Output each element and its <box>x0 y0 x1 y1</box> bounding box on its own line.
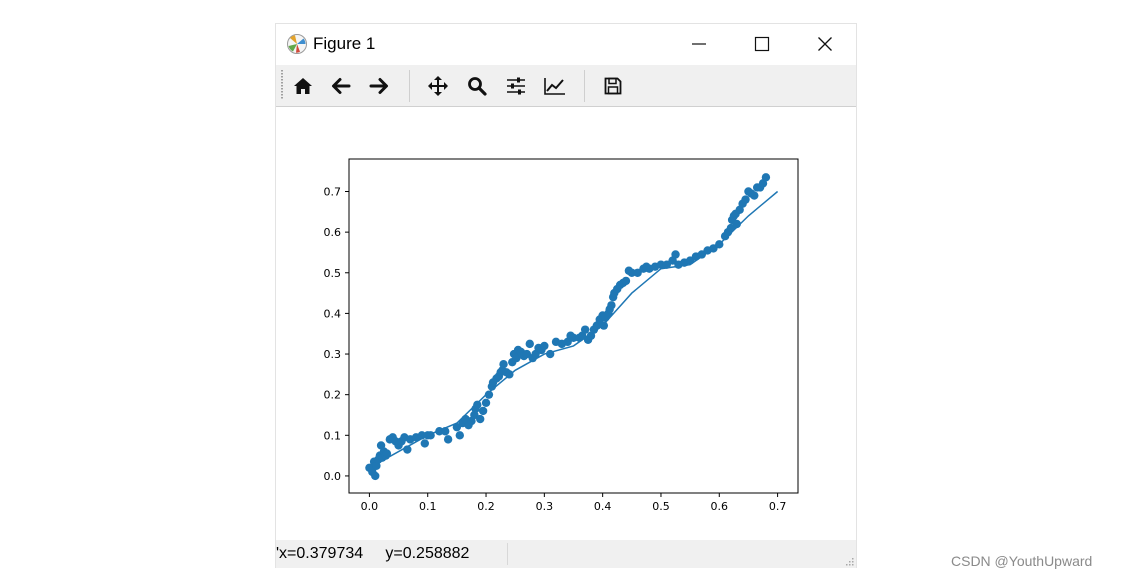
data-point <box>761 173 771 182</box>
data-point <box>607 301 616 310</box>
y-tick-label: 0.1 <box>324 429 342 442</box>
data-point <box>741 195 750 204</box>
arrow-right-icon <box>369 78 388 94</box>
edit-axis-button[interactable] <box>540 72 570 100</box>
y-tick-label: 0.0 <box>324 470 342 483</box>
data-point <box>715 240 724 249</box>
home-icon <box>294 78 312 94</box>
magnifier-icon <box>468 77 487 96</box>
status-divider <box>507 543 508 565</box>
data-point <box>478 406 488 416</box>
x-tick-label: 0.2 <box>477 500 495 513</box>
x-tick-label: 0.5 <box>652 500 670 513</box>
data-point <box>473 400 482 410</box>
toolbar-separator <box>409 70 410 102</box>
data-point <box>382 449 392 458</box>
x-tick-label: 0.1 <box>419 500 437 513</box>
zoom-button[interactable] <box>462 72 492 100</box>
back-button[interactable] <box>326 72 356 100</box>
data-point <box>505 370 514 379</box>
data-point <box>540 341 549 351</box>
toolbar-grip[interactable] <box>281 70 283 100</box>
window-title: Figure 1 <box>313 34 376 53</box>
status-bar: 'x=0.379734 y=0.258882 <box>276 540 856 568</box>
toolbar-separator <box>584 70 585 102</box>
minimize-button[interactable] <box>668 24 730 64</box>
watermark: CSDN @YouthUpward <box>951 553 1093 569</box>
home-button[interactable] <box>288 72 318 100</box>
data-point <box>580 325 590 334</box>
data-point <box>481 398 491 407</box>
move-icon <box>428 76 448 96</box>
data-point <box>525 339 534 349</box>
data-point <box>732 219 741 229</box>
cursor-coordinates: 'x=0.379734 y=0.258882 <box>276 545 470 562</box>
data-point <box>455 431 464 440</box>
x-tick-label: 0.0 <box>361 500 379 513</box>
arrow-left-icon <box>332 78 351 94</box>
matplotlib-icon <box>287 34 307 54</box>
data-point <box>441 427 450 436</box>
data-point <box>671 250 680 259</box>
x-axis: 0.0 0.1 0.2 0.3 0.4 0.5 0.6 0.7 <box>361 493 787 513</box>
data-point <box>499 359 508 369</box>
y-tick-label: 0.2 <box>324 389 342 402</box>
figure-canvas[interactable]: 0.0 0.1 0.2 0.3 0.4 0.5 0.6 0.7 0.0 0.1 0.2 0.3 0.4… <box>276 107 856 540</box>
resize-grip-icon[interactable] <box>844 556 854 566</box>
data-point <box>420 439 430 448</box>
close-button[interactable] <box>794 24 856 64</box>
data-point <box>545 349 555 359</box>
data-point <box>621 276 631 286</box>
close-icon <box>818 37 832 51</box>
y-tick-label: 0.7 <box>324 186 342 199</box>
y-tick-label: 0.5 <box>324 267 342 280</box>
data-point <box>484 390 494 399</box>
save-button[interactable] <box>598 72 628 100</box>
subplots-button[interactable] <box>501 72 531 100</box>
maximize-icon <box>754 36 770 52</box>
x-tick-label: 0.6 <box>711 500 729 513</box>
maximize-button[interactable] <box>731 24 793 64</box>
x-tick-label: 0.3 <box>536 500 554 513</box>
line-chart-icon <box>544 78 565 95</box>
x-tick-label: 0.7 <box>769 500 787 513</box>
floppy-disk-icon <box>604 77 622 95</box>
y-tick-label: 0.3 <box>324 348 342 361</box>
title-bar[interactable]: Figure 1 <box>276 24 856 64</box>
forward-button[interactable] <box>364 72 394 100</box>
y-axis: 0.0 0.1 0.2 0.3 0.4 0.5 0.6 0.7 <box>324 186 349 483</box>
scatter-plot[interactable]: 0.0 0.1 0.2 0.3 0.4 0.5 0.6 0.7 0.0 0.1 0.2 0.3 0.4… <box>276 107 856 540</box>
data-point <box>599 321 609 330</box>
y-tick-label: 0.6 <box>324 226 342 239</box>
data-point <box>476 414 485 424</box>
data-point <box>371 471 380 481</box>
data-point <box>443 435 453 444</box>
figure-window: Figure 1 0.0 0.1 0.2 0.3 0.4 0.5 0.6 0.7… <box>275 23 857 568</box>
y-tick-label: 0.4 <box>324 307 342 320</box>
data-point <box>750 191 759 200</box>
pan-button[interactable] <box>423 72 453 100</box>
data-point <box>403 445 412 454</box>
x-tick-label: 0.4 <box>594 500 612 513</box>
data-point <box>426 431 435 440</box>
sliders-icon <box>507 77 525 95</box>
axes-frame <box>348 158 799 494</box>
minimize-icon <box>692 43 706 45</box>
navigation-toolbar <box>276 65 856 107</box>
